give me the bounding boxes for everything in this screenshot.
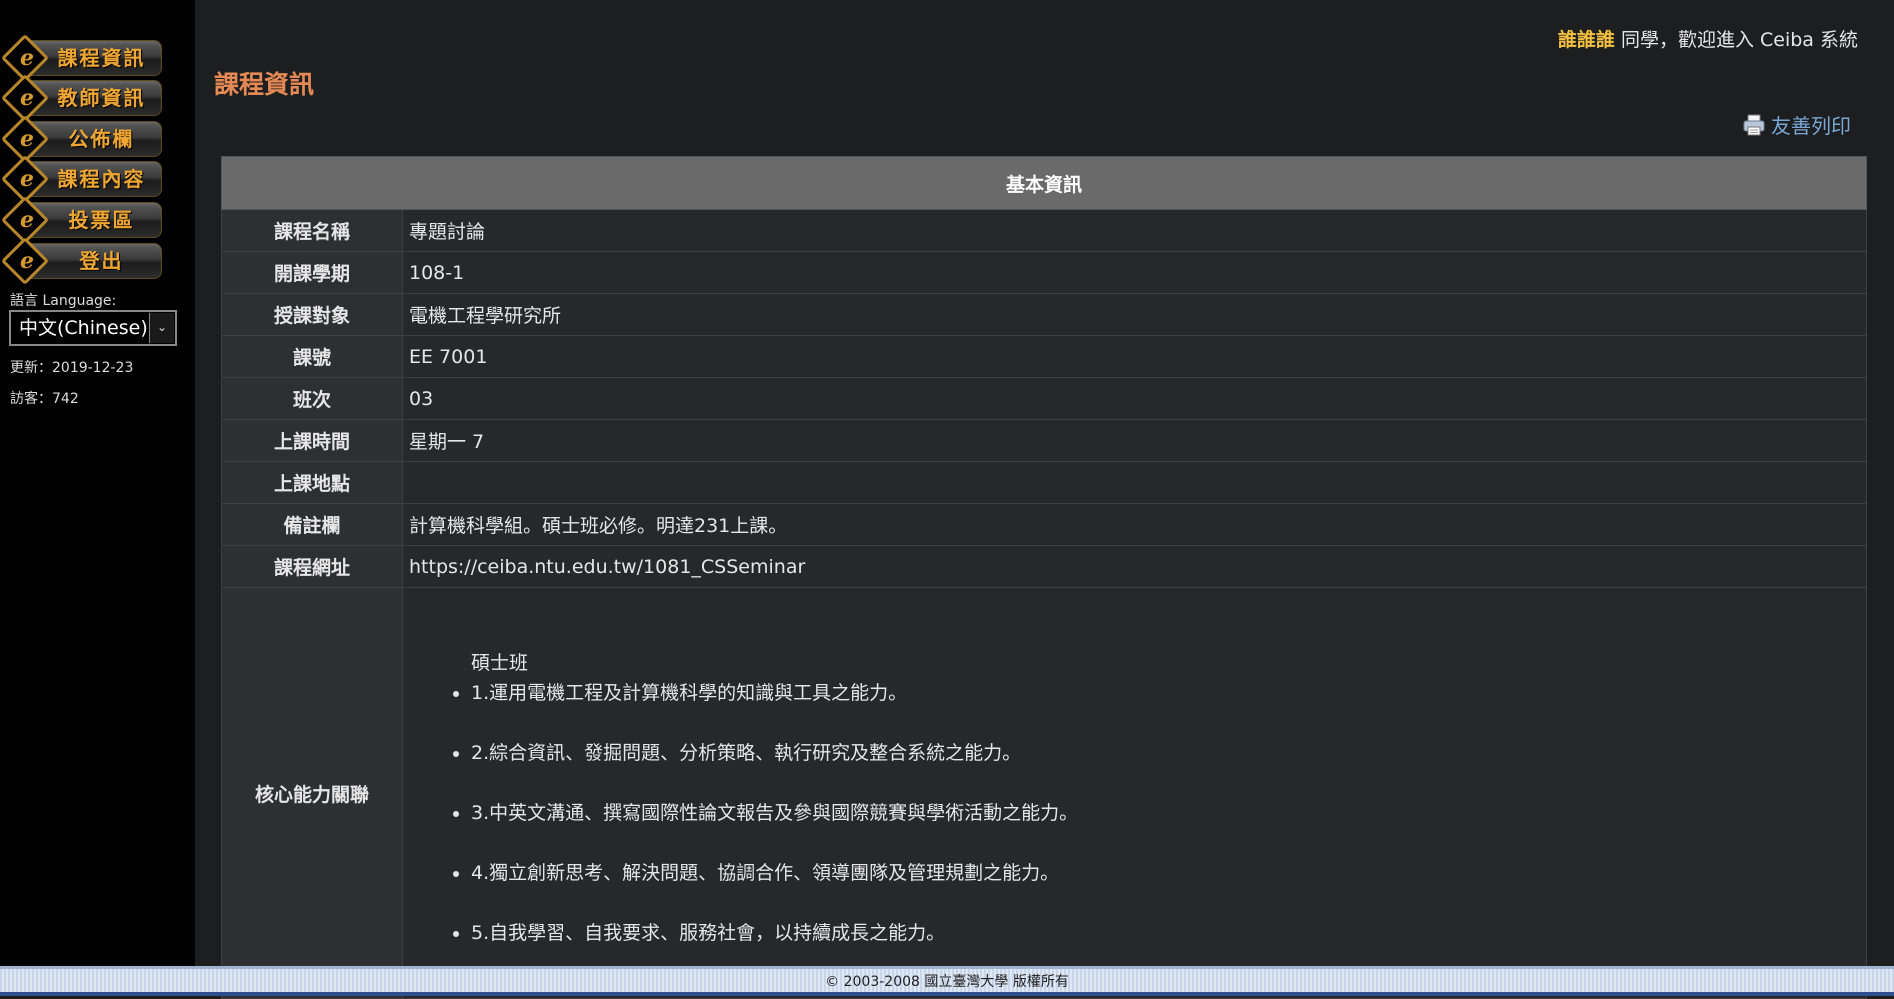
ceiba-e-glyph: e [20, 166, 34, 192]
table-row-core: 核心能力關聯 碩士班 1.運用電機工程及計算機科學的知識與工具之能力。 2.綜合… [221, 587, 1867, 999]
nav-course-content-button[interactable]: e 課程內容 [0, 154, 162, 204]
ceiba-e-glyph: e [20, 85, 34, 111]
print-friendly-link[interactable]: 友善列印 [1742, 110, 1851, 139]
core-heading: 碩士班 [471, 652, 529, 674]
row-label: 核心能力關聯 [221, 587, 403, 999]
table-row: 上課時間 星期一 7 [221, 419, 1867, 462]
ceiba-e-glyph: e [20, 126, 34, 152]
footer: © 2003-2008 國立臺灣大學 版權所有 [0, 966, 1894, 996]
core-ability-list: 1.運用電機工程及計算機科學的知識與工具之能力。 2.綜合資訊、發掘問題、分析策… [409, 678, 1866, 948]
nav-label: 登出 [79, 249, 124, 273]
row-label: 班次 [221, 377, 403, 420]
language-select-value: 中文(Chinese) [19, 317, 148, 339]
user-name: 誰誰誰 [1557, 29, 1615, 51]
chevron-down-icon[interactable]: ⌄ [149, 313, 174, 343]
welcome-message: 誰誰誰 同學，歡迎進入 Ceiba 系統 [1558, 25, 1858, 52]
nav-label: 課程內容 [57, 167, 146, 191]
last-updated: 更新：2019-12-23 [10, 360, 134, 376]
row-value: 計算機科學組。碩士班必修。明達231上課。 [402, 503, 1867, 546]
list-item: 1.運用電機工程及計算機科學的知識與工具之能力。 [471, 678, 1866, 708]
table-heading: 基本資訊 [221, 156, 1867, 210]
row-label: 課程網址 [221, 545, 403, 588]
row-value: 專題討論 [402, 209, 1867, 252]
table-row: 課號 EE 7001 [221, 335, 1867, 378]
core-ability-cell: 碩士班 1.運用電機工程及計算機科學的知識與工具之能力。 2.綜合資訊、發掘問題… [402, 587, 1867, 999]
print-link-label: 友善列印 [1771, 114, 1851, 138]
row-label: 上課地點 [221, 461, 403, 504]
language-select[interactable]: 中文(Chinese) ⌄ [9, 310, 177, 346]
table-row: 上課地點 [221, 461, 1867, 504]
copyright-text: © 2003-2008 國立臺灣大學 版權所有 [825, 974, 1069, 990]
table-row: 課程網址 https://ceiba.ntu.edu.tw/1081_CSSem… [221, 545, 1867, 588]
language-label: 語言 Language: [10, 293, 117, 309]
row-value: 108-1 [402, 251, 1867, 294]
nav-teacher-info-button[interactable]: e 教師資訊 [0, 73, 162, 123]
course-info-table: 基本資訊 課程名稱 專題討論 開課學期 108-1 授課對象 電機工程學研究所 … [221, 156, 1867, 999]
nav-logout-button[interactable]: e 登出 [0, 236, 162, 286]
nav-label: 公佈欄 [68, 127, 135, 151]
row-value: 03 [402, 377, 1867, 420]
visitor-count: 訪客：742 [10, 391, 79, 407]
table-row: 開課學期 108-1 [221, 251, 1867, 294]
table-row: 授課對象 電機工程學研究所 [221, 293, 1867, 336]
printer-icon [1742, 113, 1766, 137]
row-value: 電機工程學研究所 [402, 293, 1867, 336]
ceiba-e-glyph: e [20, 248, 34, 274]
nav-bulletin-button[interactable]: e 公佈欄 [0, 114, 162, 164]
ceiba-e-glyph: e [20, 207, 34, 233]
nav-label: 課程資訊 [57, 46, 146, 70]
list-item: 3.中英文溝通、撰寫國際性論文報告及參與國際競賽與學術活動之能力。 [471, 798, 1866, 828]
footer-bottom-bar [0, 992, 1894, 996]
nav-label: 教師資訊 [57, 86, 146, 110]
table-row: 備註欄 計算機科學組。碩士班必修。明達231上課。 [221, 503, 1867, 546]
nav-course-info-button[interactable]: e 課程資訊 [0, 33, 162, 83]
table-row: 課程名稱 專題討論 [221, 209, 1867, 252]
welcome-text: 同學，歡迎進入 Ceiba 系統 [1614, 29, 1858, 51]
list-item: 2.綜合資訊、發掘問題、分析策略、執行研究及整合系統之能力。 [471, 738, 1866, 768]
ceiba-e-glyph: e [20, 45, 34, 71]
table-row: 班次 03 [221, 377, 1867, 420]
row-value: 星期一 7 [402, 419, 1867, 462]
list-item: 4.獨立創新思考、解決問題、協調合作、領導團隊及管理規劃之能力。 [471, 858, 1866, 888]
list-item: 5.自我學習、自我要求、服務社會，以持續成長之能力。 [471, 918, 1866, 948]
row-label: 課號 [221, 335, 403, 378]
nav-voting-button[interactable]: e 投票區 [0, 195, 162, 245]
row-label: 備註欄 [221, 503, 403, 546]
nav-label: 投票區 [68, 208, 135, 232]
row-label: 上課時間 [221, 419, 403, 462]
course-url-value: https://ceiba.ntu.edu.tw/1081_CSSeminar [402, 545, 1867, 588]
row-value: EE 7001 [402, 335, 1867, 378]
row-label: 開課學期 [221, 251, 403, 294]
row-label: 課程名稱 [221, 209, 403, 252]
row-label: 授課對象 [221, 293, 403, 336]
row-value [402, 461, 1867, 504]
page-title: 課程資訊 [214, 70, 315, 99]
sidebar: e 課程資訊 e 教師資訊 e 公佈欄 e 課程內容 e 投票區 e 登出 語言… [0, 0, 195, 966]
